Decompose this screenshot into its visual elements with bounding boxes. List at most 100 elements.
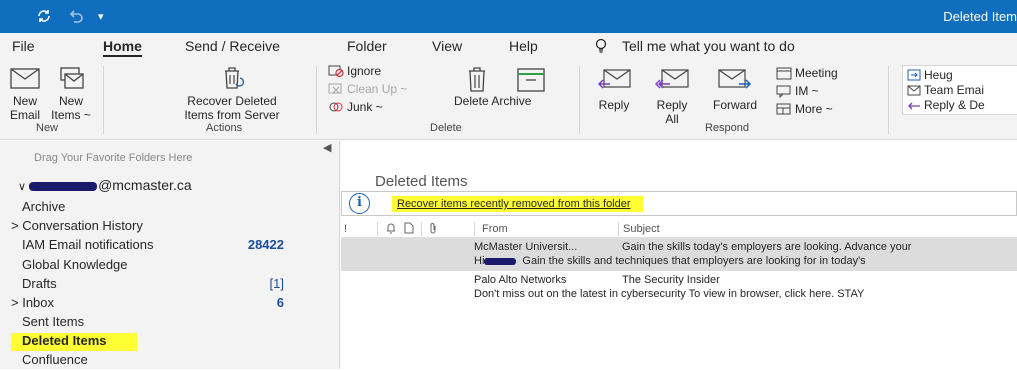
folder-global-knowledge[interactable]: Global Knowledge xyxy=(22,257,304,275)
message-subject: Gain the skills today's employers are lo… xyxy=(622,241,912,253)
junk-button[interactable]: Junk ~ xyxy=(328,100,383,114)
importance-column[interactable]: ! xyxy=(344,223,347,235)
clean-up-button[interactable]: Clean Up ~ xyxy=(328,82,407,96)
ribbon: New Email New Items ~ New Recover Delete… xyxy=(0,60,1017,140)
draft-count: [1] xyxy=(269,276,284,291)
attachment-icon[interactable] xyxy=(427,222,439,237)
folder-pane: ◀ Drag Your Favorite Folders Here ∨ @mcma… xyxy=(0,141,340,369)
im-button[interactable]: IM ~ xyxy=(776,84,819,98)
folder-inbox[interactable]: > Inbox 6 xyxy=(11,295,293,313)
recover-trash-icon xyxy=(225,67,245,89)
folder-label: Deleted Items xyxy=(22,333,107,348)
tab-home[interactable]: Home xyxy=(103,38,142,57)
ignore-button[interactable]: Ignore xyxy=(328,64,381,78)
quick-steps-gallery: Heug Team Emai Reply & De xyxy=(902,65,1017,115)
folder-drafts[interactable]: Drafts [1] xyxy=(22,276,304,294)
message-subject: The Security Insider xyxy=(622,274,720,286)
forward-button[interactable]: Forward xyxy=(706,66,764,112)
column-divider xyxy=(421,222,422,236)
folder-deleted-items[interactable]: Deleted Items xyxy=(11,333,137,351)
meeting-button[interactable]: Meeting xyxy=(776,66,838,80)
message-row[interactable]: McMaster Universit... Gain the skills to… xyxy=(341,238,1017,271)
message-list-pane: Deleted Items i Recover items recently r… xyxy=(341,141,1017,369)
lightbulb-icon xyxy=(594,38,608,57)
folder-sent-items[interactable]: Sent Items xyxy=(22,314,304,332)
recover-deleted-items-button[interactable]: Recover Deleted Items from Server xyxy=(160,66,304,122)
more-label: More ~ xyxy=(795,102,833,116)
tab-view[interactable]: View xyxy=(432,38,462,54)
document-icon[interactable] xyxy=(403,222,415,237)
reminder-bell-icon[interactable] xyxy=(385,222,397,237)
more-respond-button[interactable]: More ~ xyxy=(776,102,833,116)
meeting-label: Meeting xyxy=(795,66,838,80)
folder-label: IAM Email notifications xyxy=(22,237,154,252)
redacted-name xyxy=(484,257,517,265)
junk-icon xyxy=(329,102,343,112)
message-preview-line: Hi Gain the skills and techniques that em… xyxy=(474,255,866,267)
quick-step-team-email-label: Team Emai xyxy=(924,83,985,97)
forward-label: Forward xyxy=(712,98,757,112)
folder-label: Confluence xyxy=(22,352,88,367)
new-items-label-1: New xyxy=(58,94,83,108)
quick-step-heug[interactable]: Heug xyxy=(907,68,953,82)
tell-me-search[interactable]: Tell me what you want to do xyxy=(622,38,795,54)
group-label-respond: Respond xyxy=(705,122,750,134)
folder-label: Global Knowledge xyxy=(22,257,128,272)
send-receive-icon[interactable] xyxy=(36,8,52,28)
redacted-username xyxy=(29,181,98,191)
group-label-delete: Delete xyxy=(430,122,462,134)
new-email-button[interactable]: New Email xyxy=(4,66,46,122)
message-preview: Don't miss out on the latest in cybersec… xyxy=(474,288,865,300)
envelope-icon xyxy=(10,68,40,89)
recover-label-1: Recover Deleted xyxy=(187,94,277,108)
tab-folder[interactable]: Folder xyxy=(347,38,387,54)
window-title: Deleted Item xyxy=(943,9,1017,24)
new-items-button[interactable]: New Items ~ xyxy=(48,66,94,122)
folder-archive[interactable]: Archive xyxy=(22,199,304,217)
reply-all-label-2: All xyxy=(665,112,679,126)
ribbon-tabs: File Home Send / Receive Folder View Hel… xyxy=(0,33,1017,60)
folder-label: Sent Items xyxy=(22,314,85,329)
undo-icon[interactable] xyxy=(68,8,84,28)
new-items-label-2: Items ~ xyxy=(51,108,91,122)
message-row[interactable]: Palo Alto Networks The Security Insider … xyxy=(341,271,1017,304)
trash-icon xyxy=(469,67,485,92)
column-divider xyxy=(474,222,475,236)
tab-file[interactable]: File xyxy=(12,38,35,54)
account-header[interactable]: ∨ @mcmaster.ca xyxy=(18,177,192,193)
quick-step-team-email[interactable]: Team Emai xyxy=(907,83,984,97)
chat-icon xyxy=(776,85,791,98)
folder-iam-email-notifications[interactable]: IAM Email notifications 28422 xyxy=(22,237,304,255)
quick-step-reply-delete[interactable]: Reply & De xyxy=(907,98,985,112)
reply-arrow-icon xyxy=(908,102,920,110)
group-divider xyxy=(579,66,580,134)
message-preview: Gain the skills and techniques that empl… xyxy=(522,255,866,267)
new-items-icon xyxy=(60,67,84,89)
reply-button[interactable]: Reply xyxy=(592,66,636,112)
folder-confluence[interactable]: Confluence xyxy=(22,352,304,370)
reply-all-icon xyxy=(655,69,689,89)
forward-icon xyxy=(718,69,752,89)
title-bar: ▾ Deleted Item xyxy=(0,0,1017,33)
from-column[interactable]: From xyxy=(482,223,508,235)
reply-icon xyxy=(597,69,631,89)
folder-conversation-history[interactable]: > Conversation History xyxy=(11,218,293,236)
recover-label-2: Items from Server xyxy=(184,108,280,122)
folder-label: > Inbox xyxy=(11,295,55,310)
archive-icon xyxy=(517,68,545,92)
group-divider xyxy=(888,66,889,134)
recover-infobar: i Recover items recently removed from th… xyxy=(341,191,1017,216)
collapse-pane-icon[interactable]: ◀ xyxy=(323,141,331,154)
reply-all-label-1: Reply xyxy=(656,98,688,112)
reply-all-button[interactable]: Reply All xyxy=(650,66,694,126)
tab-help[interactable]: Help xyxy=(509,38,538,54)
subject-column[interactable]: Subject xyxy=(623,223,660,235)
ignore-icon xyxy=(328,65,344,78)
customize-toolbar-icon[interactable]: ▾ xyxy=(98,10,104,23)
account-email: @mcmaster.ca xyxy=(98,177,192,193)
tab-send-receive[interactable]: Send / Receive xyxy=(185,38,280,54)
message-from: McMaster Universit... xyxy=(474,241,578,253)
recover-items-link[interactable]: Recover items recently removed from this… xyxy=(392,196,643,212)
group-divider xyxy=(316,66,317,134)
preview-greeting: Hi xyxy=(474,255,485,267)
